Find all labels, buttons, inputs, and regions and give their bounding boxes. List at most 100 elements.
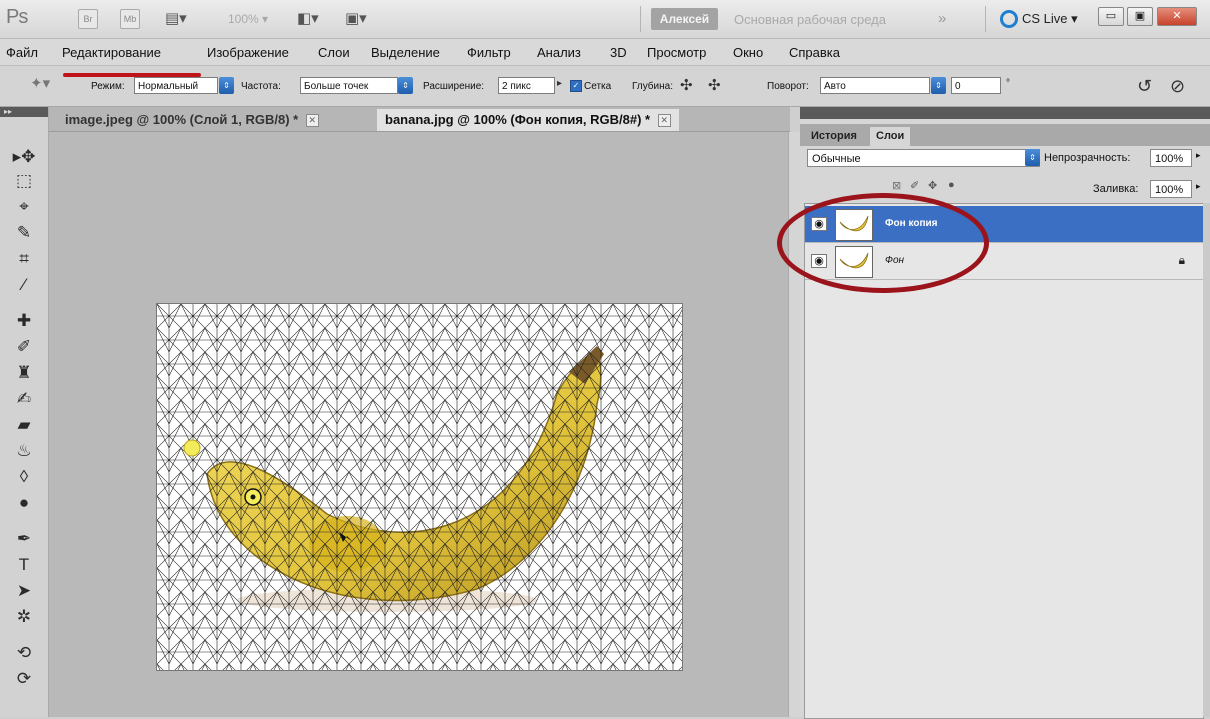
lock-pixels-icon[interactable]: ✐ (910, 179, 919, 192)
blend-mode-select[interactable]: Обычные (807, 149, 1040, 167)
brush-tool-icon[interactable]: ✐ (10, 335, 38, 359)
menu-select[interactable]: Выделение (371, 45, 440, 60)
close-tab-icon[interactable]: ✕ (657, 114, 671, 128)
custom-shape-tool-icon[interactable]: ✲ (10, 605, 38, 629)
screen-mode-icon[interactable]: ▣▾ (345, 9, 367, 27)
annotation-circle (777, 193, 989, 293)
fill-label: Заливка: (1093, 183, 1139, 195)
toolbox-collapse-icon[interactable]: ▸▸ (0, 107, 48, 117)
menu-3d[interactable]: 3D (610, 45, 627, 60)
more-workspaces-icon[interactable]: » (938, 10, 946, 27)
toolbox: ▸▸ ▸✥ ⬚ ⌖ ✎ ⌗ ⁄ ✚ ✐ ♜ ✍ ▰ ♨ ◊ ● ✒ T ➤ ✲ … (0, 107, 49, 717)
mode-select[interactable]: Нормальный (134, 77, 218, 94)
annotation-underline (63, 73, 201, 77)
menu-help[interactable]: Справка (789, 45, 840, 60)
menu-layers[interactable]: Слои (318, 45, 350, 60)
menu-image[interactable]: Изображение (207, 45, 289, 60)
density-select-arrow-icon[interactable]: ⇕ (398, 77, 413, 94)
3d-rotate-tool-icon[interactable]: ⟲ (10, 641, 38, 665)
eyedropper-tool-icon[interactable]: ⁄ (10, 273, 38, 297)
opacity-label: Непрозрачность: (1044, 152, 1131, 164)
marquee-tool-icon[interactable]: ⬚ (10, 169, 38, 193)
restore-button[interactable]: ▣ (1127, 7, 1153, 26)
view-extras-icon[interactable]: ▤▾ (165, 9, 187, 27)
crop-tool-icon[interactable]: ⌗ (10, 247, 38, 271)
layers-scrollbar[interactable] (1203, 203, 1210, 717)
menu-file[interactable]: Файл (6, 45, 38, 60)
lock-icon: 🔒︎ (1178, 253, 1185, 267)
eraser-tool-icon[interactable]: ▰ (10, 413, 38, 437)
user-button[interactable]: Алексей (651, 8, 718, 30)
mesh-checkbox[interactable]: ✓ (570, 80, 582, 92)
density-select[interactable]: Больше точек (300, 77, 398, 94)
menu-analysis[interactable]: Анализ (537, 45, 581, 60)
puppet-pin-tool-icon[interactable]: ✦▾ (30, 74, 50, 92)
cancel-transform-icon[interactable]: ↺ (1137, 76, 1152, 97)
menu-view[interactable]: Просмотр (647, 45, 706, 60)
title-separator (985, 6, 986, 32)
tab-layers[interactable]: Слои (870, 127, 911, 146)
clone-stamp-tool-icon[interactable]: ♜ (10, 361, 38, 385)
dodge-tool-icon[interactable]: ● (10, 491, 38, 515)
history-brush-tool-icon[interactable]: ✍ (10, 387, 38, 411)
blend-mode-arrow-icon[interactable]: ⇕ (1025, 149, 1040, 166)
blur-tool-icon[interactable]: ◊ (10, 465, 38, 489)
type-tool-icon[interactable]: T (10, 553, 38, 577)
cs-live-icon[interactable] (1000, 10, 1018, 28)
density-label: Частота: (241, 81, 281, 92)
pin-backward-icon[interactable]: ✣ (708, 76, 721, 94)
opacity-arrow-icon[interactable]: ▸ (1196, 150, 1201, 161)
title-bar: Ps Br Mb ▤▾ 100% ▾ ◧▾ ▣▾ Алексей Основна… (0, 0, 1210, 39)
mesh-label: Сетка (584, 81, 612, 92)
depth-label: Глубина: (632, 81, 673, 92)
expansion-field[interactable]: 2 пикс (498, 77, 555, 94)
panel-tabs: История Слои (800, 124, 1210, 146)
pen-tool-icon[interactable]: ✒ (10, 527, 38, 551)
menu-edit[interactable]: Редактирование (62, 45, 161, 60)
close-button[interactable]: ✕ (1157, 7, 1197, 26)
lock-all-icon[interactable]: ● (948, 179, 955, 191)
opacity-field[interactable]: 100% (1150, 149, 1192, 167)
3d-orbit-tool-icon[interactable]: ⟳ (10, 667, 38, 691)
lock-transparency-icon[interactable]: ⊠ (892, 179, 901, 192)
panel-header-strip (800, 107, 1210, 119)
document-tabs: image.jpeg @ 100% (Слой 1, RGB/8) * ✕ ba… (49, 107, 790, 132)
expansion-arrow-icon[interactable]: ▸ (557, 78, 562, 89)
lasso-tool-icon[interactable]: ⌖ (10, 195, 38, 219)
arrange-documents-icon[interactable]: ◧▾ (297, 9, 319, 27)
minimize-button[interactable]: ▭ (1098, 7, 1124, 26)
menu-window[interactable]: Окно (733, 45, 763, 60)
lock-position-icon[interactable]: ✥ (928, 179, 937, 192)
move-tool-icon[interactable]: ▸✥ (10, 145, 38, 169)
zoom-level[interactable]: 100% ▾ (228, 12, 268, 26)
quick-selection-tool-icon[interactable]: ✎ (10, 221, 38, 245)
cs-live-button[interactable]: CS Live ▾ (1022, 11, 1078, 27)
rotate-label: Поворот: (767, 81, 809, 92)
tab-label: image.jpeg @ 100% (Слой 1, RGB/8) * (65, 112, 299, 127)
photoshop-logo: Ps (6, 6, 28, 28)
prohibit-icon[interactable]: ⊘ (1170, 76, 1185, 97)
bridge-button[interactable]: Br (78, 9, 98, 29)
banana-photo (157, 304, 682, 670)
rotate-select-arrow-icon[interactable]: ⇕ (931, 77, 946, 94)
document-image[interactable] (156, 303, 683, 671)
menu-bar: Файл Редактирование Изображение Слои Выд… (0, 39, 1210, 66)
tab-image-jpeg[interactable]: image.jpeg @ 100% (Слой 1, RGB/8) * ✕ (57, 109, 327, 131)
mode-label: Режим: (91, 81, 125, 92)
workspace-switcher[interactable]: Основная рабочая среда (734, 12, 886, 27)
spot-healing-tool-icon[interactable]: ✚ (10, 309, 38, 333)
fill-arrow-icon[interactable]: ▸ (1196, 181, 1201, 192)
pin-forward-icon[interactable]: ✣ (680, 76, 693, 94)
tab-banana-jpg[interactable]: banana.jpg @ 100% (Фон копия, RGB/8#) * … (377, 109, 679, 131)
mode-select-arrow-icon[interactable]: ⇕ (219, 77, 234, 94)
tab-history[interactable]: История (805, 127, 863, 146)
mini-bridge-button[interactable]: Mb (120, 9, 140, 29)
degree-symbol: ° (1006, 78, 1010, 89)
paint-bucket-tool-icon[interactable]: ♨ (10, 439, 38, 463)
angle-field[interactable]: 0 (951, 77, 1001, 94)
fill-field[interactable]: 100% (1150, 180, 1192, 198)
rotate-select[interactable]: Авто (820, 77, 930, 94)
close-tab-icon[interactable]: ✕ (305, 114, 319, 128)
path-selection-tool-icon[interactable]: ➤ (10, 579, 38, 603)
menu-filter[interactable]: Фильтр (467, 45, 511, 60)
